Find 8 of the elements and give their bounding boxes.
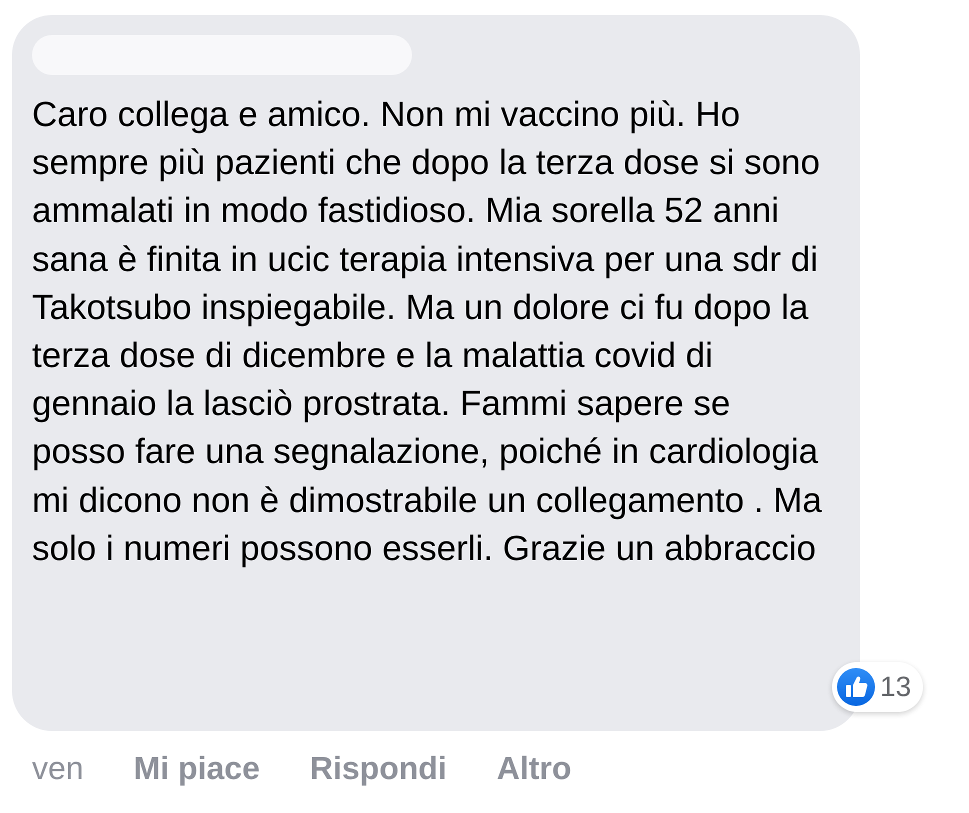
reaction-count: 13 [880,670,912,704]
reaction-badge[interactable]: 13 [832,662,924,712]
comment-text: Caro collega e amico. Non mi vaccino più. Ho sempre più pazienti che dopo la terza dose si sono ammalati in modo fastidioso. Mia sorella 52 anni sana è finita in ucic terapia intensiva per una sdr di Takotsubo inspiegabile. Ma un dolore ci fu dopo la terza dose di dicembre e la malattia covid di gennaio la lasciò prostrata. Fammi sapere se posso fare una segnalazione, poiché in cardiologia mi dicono non è dimostrabile un collegamento . Ma solo i numeri possono esserli. Grazie un abbraccio [32,94,823,570]
comment-time: ven [32,749,84,788]
comment-action-link[interactable]: Rispondi [310,744,447,792]
thumbs-up-icon [836,667,876,707]
comment-action-link[interactable]: Mi piace [134,744,260,792]
comment-action-link[interactable]: Altro [496,744,572,792]
